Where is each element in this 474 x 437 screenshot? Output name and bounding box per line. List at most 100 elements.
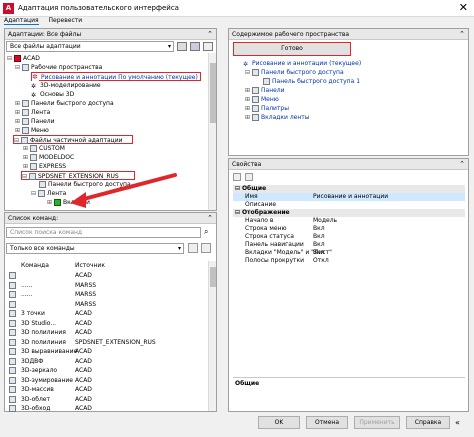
tab-customize[interactable]: Адаптация — [4, 17, 39, 25]
tree-item-spdsnet-qat[interactable]: Панели быстрого доступа — [39, 180, 131, 189]
delete-command-icon[interactable] — [201, 243, 211, 253]
expander-icon[interactable]: ⊞ — [15, 108, 22, 117]
expander-icon[interactable]: ⊞ — [23, 162, 30, 171]
command-source: ACAD — [75, 329, 92, 336]
tree-item-express[interactable]: ⊞ EXPRESS — [23, 162, 66, 171]
tab-transfer[interactable]: Перевести — [49, 17, 83, 24]
open-file-icon[interactable] — [177, 42, 187, 51]
expander-icon[interactable]: ⊟ — [14, 136, 21, 145]
expander-icon[interactable]: ⊟ — [31, 189, 38, 198]
expander-icon[interactable]: ⊞ — [245, 104, 252, 113]
property-row-navbar[interactable]: Панель навигации Вкл — [233, 241, 465, 249]
tree-item-workspaces[interactable]: ⊟ Рабочие пространства — [15, 63, 102, 72]
expander-icon[interactable]: ⊞ — [245, 113, 252, 122]
files-filter-dropdown[interactable]: Все файлы адаптации ▾ — [6, 41, 174, 52]
ws-tree-item-drafting[interactable]: ✲ Рисование и аннотации (текущее) — [243, 59, 361, 68]
tree-item-3d-basics[interactable]: ✲ Основы 3D — [31, 90, 74, 99]
tree-scrollbar[interactable] — [208, 53, 216, 210]
property-row-model-layout-tabs[interactable]: Вкладки "Модель" и "Лист" Вкл — [233, 249, 465, 257]
close-icon[interactable]: ✕ — [459, 1, 468, 14]
command-source: MARSS — [75, 291, 97, 298]
collapse-chevron-icon[interactable]: ⌃ — [459, 160, 465, 168]
expander-icon[interactable]: ⊞ — [47, 198, 54, 207]
scroll-thumb[interactable] — [210, 63, 216, 123]
command-search-input[interactable]: Список поиска команд — [6, 227, 201, 238]
tree-item-acad[interactable]: ⊟ ACAD — [7, 54, 40, 63]
new-file-icon[interactable] — [203, 42, 213, 51]
ws-tree-item-menus[interactable]: ⊞ Меню — [245, 95, 279, 104]
property-value[interactable]: Рисование и аннотации — [313, 193, 388, 201]
help-button[interactable]: Справка — [406, 416, 450, 429]
command-source: SPDSNET_EXTENSION_RUS — [75, 338, 156, 346]
expander-icon[interactable]: ⊟ — [7, 54, 14, 63]
tree-item-custom[interactable]: ⊞ CUSTOM — [23, 144, 65, 153]
tree-item-qat[interactable]: ⊞ Панели быстрого доступа — [15, 99, 114, 108]
property-value[interactable]: Вкл — [313, 241, 325, 249]
ws-tree-item-palettes[interactable]: ⊞ Палитры — [245, 104, 289, 113]
property-value[interactable]: Вкл — [313, 233, 325, 241]
tree-item-menus[interactable]: ⊞ Меню — [15, 126, 49, 135]
expander-icon[interactable]: ⊟ — [245, 68, 252, 77]
ws-tree-item-toolbars[interactable]: ⊞ Панели — [245, 86, 285, 95]
property-row-status-bar[interactable]: Строка статуса Вкл — [233, 233, 465, 241]
expander-icon[interactable]: ⊞ — [15, 99, 22, 108]
tree-item-modeldoc[interactable]: ⊞ MODELDOC — [23, 153, 74, 162]
apply-button[interactable]: Применить — [354, 416, 400, 429]
expander-icon[interactable]: ⊞ — [245, 86, 252, 95]
cancel-button[interactable]: Отмена — [306, 416, 348, 429]
collapse-chevron-icon[interactable]: ⌃ — [207, 214, 213, 222]
tree-item-tabs[interactable]: ⊞ Вкладки — [47, 198, 90, 207]
expander-icon[interactable]: ⊞ — [245, 95, 252, 104]
collapse-chevron-icon[interactable]: ⌃ — [207, 30, 213, 38]
search-icon[interactable]: ⌕ — [204, 227, 208, 237]
expander-icon[interactable]: ⊞ — [23, 144, 30, 153]
ws-tree-item-ribbon-tabs[interactable]: ⊞ Вкладки ленты — [245, 113, 310, 122]
expander-icon[interactable]: ⊟ — [22, 172, 29, 181]
scroll-thumb[interactable] — [210, 267, 216, 287]
toolbar-icon — [22, 100, 29, 107]
property-row-scrollbars[interactable]: Полосы прокрутки Откл — [233, 257, 465, 265]
property-value[interactable]: Модель — [313, 217, 337, 225]
property-key: Строка меню — [245, 225, 287, 232]
ws-tree-item-qat[interactable]: ⊟ Панели быстрого доступа — [245, 68, 344, 77]
tree-item-label: Файлы частичной адаптации — [30, 137, 123, 144]
tree-item-partial-files[interactable]: ⊟ Файлы частичной адаптации — [13, 135, 133, 144]
expander-icon[interactable]: ⊞ — [15, 117, 22, 126]
partial-files-icon — [21, 137, 28, 144]
command-icon — [9, 367, 16, 374]
tree-item-toolbars[interactable]: ⊞ Панели — [15, 117, 55, 126]
ws-tree-item-qat-1[interactable]: Панель быстрого доступа 1 — [263, 77, 360, 86]
ok-button[interactable]: OK — [258, 416, 300, 429]
property-value[interactable]: Откл — [313, 257, 329, 265]
property-group-general[interactable]: ⊟ Общие — [233, 185, 465, 193]
tree-item-drafting-current[interactable]: ✲ Рисование и аннотации По умолчанию (тек… — [31, 72, 201, 81]
property-row-start-on[interactable]: Начало в Модель — [233, 217, 465, 225]
property-row-menu-bar[interactable]: Строка меню Вкл — [233, 225, 465, 233]
sort-az-icon[interactable] — [244, 173, 253, 181]
property-row-description[interactable]: Описание — [233, 201, 465, 209]
property-value[interactable]: Вкл — [313, 225, 325, 233]
workspace-contents-panel: Содержимое рабочего пространства ⌃ Готов… — [228, 28, 469, 156]
expander-icon[interactable]: ⊞ — [23, 153, 30, 162]
tree-item-spdsnet[interactable]: ⊟ SPDSNET_EXTENSION_RUS — [21, 171, 135, 180]
new-command-icon[interactable] — [188, 243, 198, 253]
tree-item-spdsnet-ribbon[interactable]: ⊟ Лента — [31, 189, 66, 198]
commands-filter-dropdown[interactable]: Только все команды ▾ — [6, 243, 184, 254]
property-row-name[interactable]: Имя Рисование и аннотации — [233, 193, 465, 201]
collapse-chevron-icon[interactable]: ⌃ — [459, 30, 465, 38]
expander-icon[interactable]: ⊞ — [15, 126, 22, 135]
tree-item-ribbon[interactable]: ⊞ Лента — [15, 108, 50, 117]
commands-scrollbar[interactable] — [208, 261, 216, 411]
tree-item-3d-modeling[interactable]: ✲ 3D-моделирование — [31, 81, 101, 90]
property-value[interactable]: Вкл — [313, 249, 325, 257]
property-group-display[interactable]: ⊟ Отображение — [233, 209, 465, 217]
expander-icon[interactable]: ⊟ — [15, 63, 22, 72]
commands-list: Команда Источник ACAD...... MARSS...... MA… — [5, 261, 208, 412]
column-header-command[interactable]: Команда — [21, 261, 49, 271]
save-file-icon[interactable] — [190, 42, 200, 51]
categorized-icon[interactable] — [233, 173, 241, 181]
expand-arrows-icon[interactable]: « — [455, 418, 460, 427]
column-header-source[interactable]: Источник — [75, 261, 105, 271]
property-key: Описание — [245, 201, 277, 208]
done-button[interactable]: Готово — [233, 42, 351, 56]
